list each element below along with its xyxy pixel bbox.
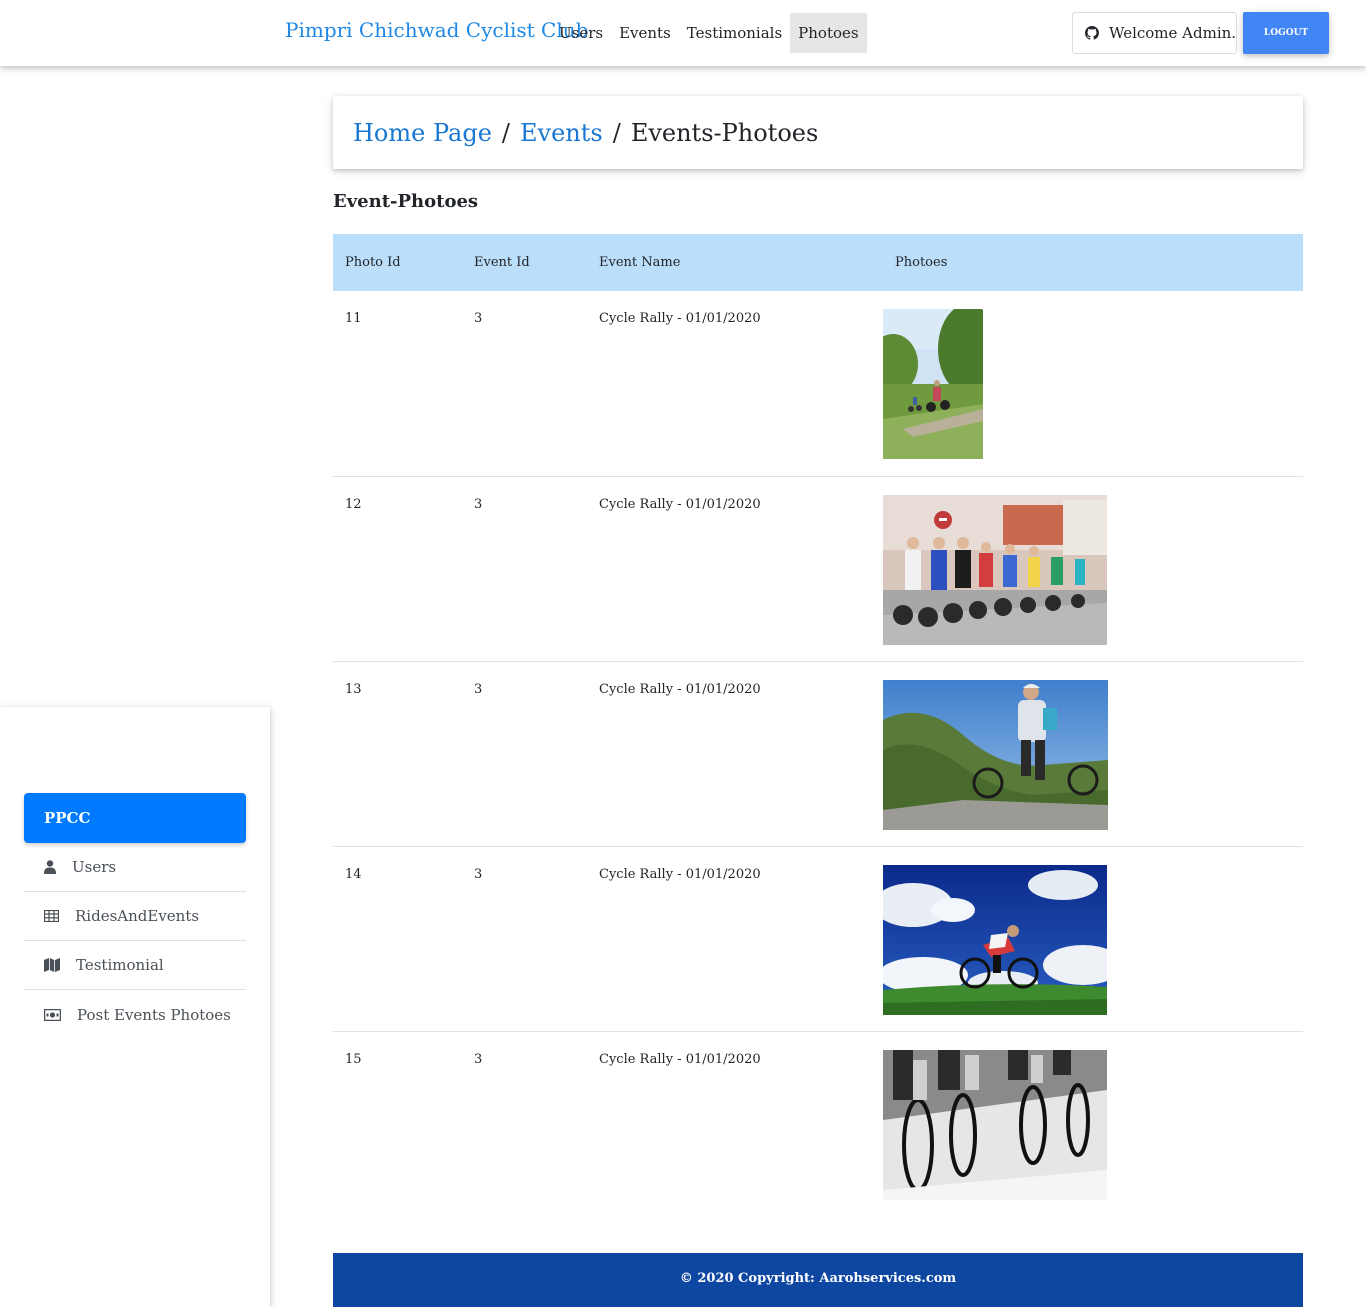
breadcrumb: Home Page / Events / Events-Photoes (333, 96, 1303, 169)
table-row: 11 3 Cycle Rally - 01/01/2020 (333, 291, 1303, 477)
event-id-cell: 3 (462, 846, 587, 1032)
photo-cell (883, 1031, 1303, 1216)
event-name-cell: Cycle Rally - 01/01/2020 (587, 846, 883, 1032)
footer: © 2020 Copyright: Aarohservices.com (333, 1253, 1303, 1307)
photo-id-cell: 13 (333, 661, 462, 847)
photo-id-cell: 15 (345, 1051, 362, 1067)
nav-photoes[interactable]: Photoes (790, 13, 867, 53)
github-icon (1085, 26, 1099, 40)
event-id-cell: 3 (462, 476, 587, 662)
event-name-cell: Cycle Rally - 01/01/2020 (599, 1051, 761, 1067)
table-row: 13 3 Cycle Rally - 01/01/2020 (333, 661, 1303, 847)
column-header: Event Id (474, 255, 530, 270)
user-icon (44, 860, 56, 874)
event-photo[interactable] (883, 1049, 1107, 1200)
nav-links: Users Events Testimonials Photoes (551, 13, 867, 53)
photo-id-cell: 14 (333, 846, 462, 1032)
nav-events[interactable]: Events (611, 13, 679, 53)
event-photo[interactable] (883, 864, 1107, 1015)
column-header: Photoes (895, 255, 948, 270)
photo-cell (883, 291, 1303, 477)
sidebar-item-rides-and-events[interactable]: RidesAndEvents (24, 892, 246, 941)
photo-id-cell: 11 (333, 291, 462, 477)
welcome-button[interactable]: Welcome Admin.. (1072, 12, 1237, 54)
event-name-cell: Cycle Rally - 01/01/2020 (587, 476, 883, 662)
breadcrumb-current: Events-Photoes (630, 118, 819, 147)
welcome-label: Welcome Admin.. (1109, 24, 1237, 42)
event-name-cell: Cycle Rally - 01/01/2020 (587, 291, 883, 477)
sidebar-item-label: Users (72, 858, 117, 876)
table-icon (44, 910, 59, 922)
table-row: 12 3 Cycle Rally - 01/01/2020 (333, 476, 1303, 662)
sidebar-item-label: RidesAndEvents (75, 907, 200, 925)
column-header: Photo Id (345, 255, 401, 270)
breadcrumb-home-link[interactable]: Home Page (353, 119, 492, 147)
photo-cell (883, 846, 1303, 1032)
sidebar: PPCC Users RidesAndEvents Testimonial Po… (0, 707, 270, 1307)
table-row: 14 3 Cycle Rally - 01/01/2020 (333, 846, 1303, 1032)
breadcrumb-separator: / (501, 118, 511, 147)
nav-testimonials[interactable]: Testimonials (679, 13, 790, 53)
table-header-row: Photo Id Event Id Event Name Photoes (333, 234, 1303, 291)
breadcrumb-events-link[interactable]: Events (520, 119, 603, 147)
sidebar-item-label: Post Events Photoes (77, 1005, 231, 1024)
table-row: 15 3 Cycle Rally - 01/01/2020 (333, 1031, 1303, 1216)
event-name-cell: Cycle Rally - 01/01/2020 (587, 661, 883, 847)
sidebar-item-users[interactable]: Users (24, 843, 246, 892)
photo-cell (883, 661, 1303, 847)
sidebar-list: Users RidesAndEvents Testimonial Post Ev… (24, 843, 246, 1039)
logout-button[interactable]: LOGOUT (1243, 12, 1329, 54)
money-bill-icon (44, 1008, 61, 1021)
sidebar-item-testimonial[interactable]: Testimonial (24, 941, 246, 990)
top-navbar: Pimpri Chichwad Cyclist Club Users Event… (0, 0, 1366, 66)
brand-link[interactable]: Pimpri Chichwad Cyclist Club (285, 18, 588, 42)
page-title: Event-Photoes (333, 191, 479, 212)
event-photos-table: Photo Id Event Id Event Name Photoes 11 … (333, 234, 1303, 1216)
sidebar-item-post-events-photoes[interactable]: Post Events Photoes (24, 990, 246, 1039)
event-id-cell: 3 (462, 661, 587, 847)
nav-users[interactable]: Users (551, 13, 611, 53)
event-photo[interactable] (883, 679, 1108, 830)
event-photo[interactable] (883, 309, 983, 459)
event-photo[interactable] (883, 494, 1107, 645)
breadcrumb-separator: / (612, 118, 621, 147)
sidebar-brand[interactable]: PPCC (24, 793, 246, 843)
photo-id-cell: 12 (333, 476, 462, 662)
sidebar-item-label: Testimonial (76, 956, 164, 974)
column-header: Event Name (599, 255, 681, 270)
map-icon (44, 958, 60, 972)
photo-cell (883, 476, 1303, 662)
event-id-cell: 3 (462, 291, 587, 477)
event-id-cell: 3 (474, 1051, 483, 1067)
